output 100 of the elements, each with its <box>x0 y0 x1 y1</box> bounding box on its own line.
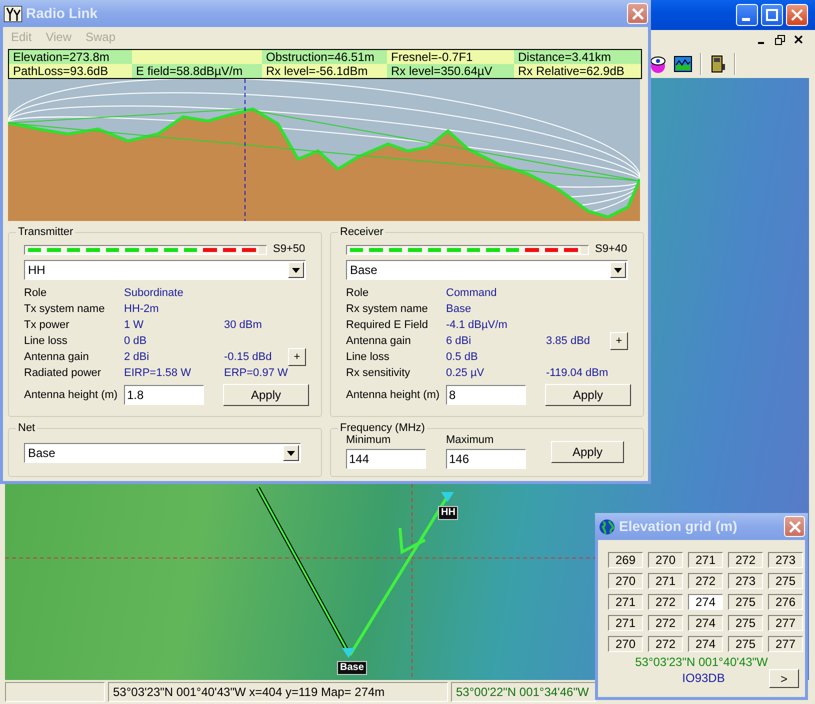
caret-icon[interactable] <box>283 445 299 461</box>
elevation-cell[interactable]: 274 <box>688 615 723 631</box>
field-label: Line loss <box>24 334 68 348</box>
marker-icon[interactable] <box>342 648 355 658</box>
field-value: 3.85 dBd <box>546 334 592 348</box>
elevation-cell[interactable]: 276 <box>768 594 803 610</box>
field-label: Rx system name <box>346 302 429 316</box>
field-label: Rx sensitivity <box>346 366 412 380</box>
apply-button[interactable]: Apply <box>551 441 624 464</box>
elevation-cell[interactable]: 269 <box>608 552 643 568</box>
marker-label: Base <box>337 661 367 675</box>
eye-icon[interactable] <box>650 55 666 73</box>
locator-text: IO93DB <box>682 671 725 686</box>
net-dropdown[interactable]: Base <box>24 443 301 463</box>
group-title: Receiver <box>339 227 384 238</box>
field-value: 30 dBm <box>224 318 263 332</box>
field-value: -4.1 dBµV/m <box>446 318 508 332</box>
field-label: Antenna gain <box>24 350 90 364</box>
marker-label: HH <box>438 506 458 520</box>
field-label: Role <box>24 286 48 300</box>
readout-text: E field=58.8dBµV/m <box>132 64 262 78</box>
next-button[interactable]: > <box>769 669 799 688</box>
apply-button[interactable]: Apply <box>223 384 309 406</box>
signal-reading: S9+40 <box>595 243 628 256</box>
field-label: Tx system name <box>24 302 106 316</box>
frequency-field[interactable]: 146 <box>446 449 526 470</box>
antenna-height-field[interactable]: 1.8 <box>124 385 204 406</box>
globe-icon <box>599 518 615 534</box>
elevation-cell[interactable]: 270 <box>648 552 683 568</box>
field-value: EIRP=1.58 W <box>124 366 192 380</box>
readout-text: Rx Relative=62.9dB <box>514 64 641 78</box>
elevation-cell[interactable]: 271 <box>688 552 723 568</box>
device-icon[interactable] <box>710 55 726 73</box>
field-value: 6 dBi <box>446 334 472 348</box>
field-label: Role <box>346 286 370 300</box>
elevation-cell[interactable]: 274 <box>688 594 723 610</box>
group-title: Frequency (MHz) <box>339 423 426 434</box>
field-label: Antenna height (m) <box>346 388 441 402</box>
elevation-cell[interactable]: 272 <box>728 552 763 568</box>
maximize-icon <box>766 9 778 21</box>
coordinates-text: 53°03'23"N 001°40'43"W <box>635 655 768 669</box>
field-label: Antenna height (m) <box>24 388 119 402</box>
readout-text: Elevation=273.8m <box>9 50 132 64</box>
restore-icon <box>774 34 784 44</box>
elevation-cell[interactable]: 273 <box>768 552 803 568</box>
elevation-cell[interactable]: 272 <box>648 636 683 652</box>
elevation-cell[interactable]: 271 <box>608 594 643 610</box>
group-title: Net <box>17 423 36 434</box>
field-label: Required E Field <box>346 318 429 332</box>
field-label: Minimum <box>346 434 392 448</box>
frequency-field[interactable]: 144 <box>346 449 426 470</box>
field-label: Maximum <box>446 434 495 448</box>
readout-text: Obstruction=46.51m <box>262 50 387 64</box>
elevation-cell[interactable]: 273 <box>728 573 763 589</box>
field-value: 0.5 dB <box>446 350 479 364</box>
elevation-cell[interactable]: 270 <box>608 636 643 652</box>
antenna-height-field[interactable]: 8 <box>446 385 526 406</box>
field-value: Command <box>446 286 498 300</box>
field-value: 2 dBi <box>124 350 150 364</box>
field-label: Line loss <box>346 350 390 364</box>
close-icon <box>788 520 800 532</box>
caret-icon[interactable] <box>288 262 304 278</box>
elevation-cell[interactable]: 275 <box>728 594 763 610</box>
plus-button[interactable]: + <box>610 332 628 350</box>
field-value: ERP=0.97 W <box>224 366 288 380</box>
elevation-cell[interactable]: 277 <box>768 636 803 652</box>
field-label: Radiated power <box>24 366 102 380</box>
field-value: 0 dB <box>124 334 148 348</box>
elevation-cell[interactable]: 274 <box>688 636 723 652</box>
elevation-cell[interactable]: 272 <box>648 615 683 631</box>
elevation-cell[interactable]: 275 <box>728 615 763 631</box>
caret-icon[interactable] <box>610 262 626 278</box>
elevation-cell[interactable]: 277 <box>768 615 803 631</box>
status-pane: 53°03'23"N 001°40'43"W x=404 y=119 Map= 274m <box>108 682 448 702</box>
readout-text: PathLoss=93.6dB <box>9 64 132 78</box>
field-value: 0.25 µV <box>446 366 486 380</box>
readout-text: Rx level=350.64µV <box>387 64 514 78</box>
apply-button[interactable]: Apply <box>545 384 631 406</box>
elevation-cell[interactable]: 271 <box>608 615 643 631</box>
chart-icon[interactable] <box>674 56 692 72</box>
field-value: HH-2m <box>124 302 160 316</box>
close-icon <box>632 8 644 20</box>
minimize-icon <box>742 18 750 20</box>
elevation-cell[interactable]: 275 <box>768 573 803 589</box>
field-value: Base <box>446 302 472 316</box>
close-icon <box>794 35 803 44</box>
station-dropdown[interactable]: HH <box>24 260 306 280</box>
field-value: Subordinate <box>124 286 184 300</box>
elevation-cell[interactable]: 272 <box>688 573 723 589</box>
elevation-cell[interactable]: 271 <box>648 573 683 589</box>
elevation-cell[interactable]: 275 <box>728 636 763 652</box>
plus-button[interactable]: + <box>288 348 306 366</box>
window-title: Radio Link <box>26 5 98 22</box>
maximize-button[interactable] <box>761 4 783 26</box>
elevation-cell[interactable]: 270 <box>608 573 643 589</box>
antenna-icon <box>4 6 22 22</box>
marker-icon[interactable] <box>441 492 454 502</box>
minimize-icon <box>758 42 764 44</box>
station-dropdown[interactable]: Base <box>346 260 628 280</box>
elevation-cell[interactable]: 272 <box>648 594 683 610</box>
